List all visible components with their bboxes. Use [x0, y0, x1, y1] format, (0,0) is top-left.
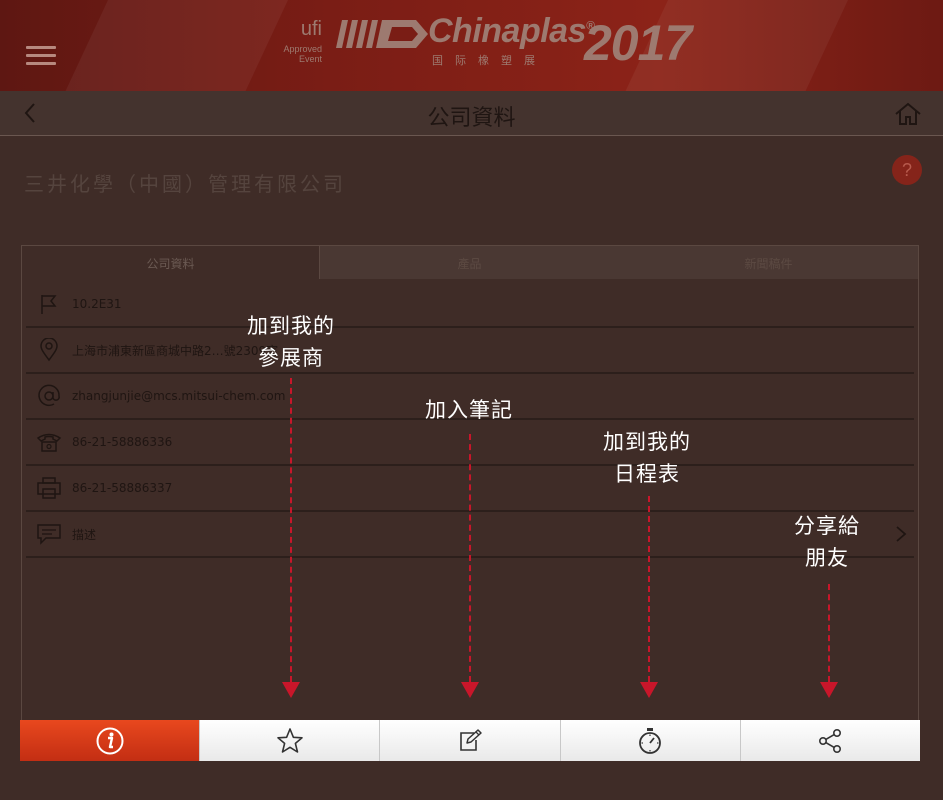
banner-decor [42, 0, 298, 91]
hamburger-icon-bar [26, 54, 56, 57]
annotation-line: 朋友 [805, 546, 849, 570]
detail-row-booth[interactable]: 10.2E31 [26, 282, 914, 328]
company-name: 三井化學（中國）管理有限公司 [24, 172, 346, 196]
note-edit-icon [460, 728, 482, 751]
annotation-share-friends: 分享給 朋友 [762, 510, 892, 574]
hamburger-menu-button[interactable] [26, 46, 56, 70]
header-banner: ufi Approved Event Chinaplas® 国际橡塑展 2017 [0, 0, 943, 91]
annotation-arrow-head [820, 682, 838, 698]
chevron-right-icon [894, 524, 908, 548]
home-button[interactable] [894, 102, 922, 130]
chinaplas-brand-name: Chinaplas® [428, 12, 595, 51]
annotation-add-note: 加入筆記 [404, 394, 534, 426]
ufi-logo-line2: Event [298, 54, 322, 64]
home-icon [895, 102, 921, 125]
page-title: 公司資料 [427, 106, 516, 131]
star-icon [276, 727, 303, 753]
chinaplas-year: 2017 [584, 15, 692, 71]
add-schedule-button[interactable] [560, 720, 741, 761]
annotation-line: 加入筆記 [425, 398, 513, 422]
chinaplas-logo-mark [336, 20, 428, 48]
ufi-logo: ufi Approved Event [262, 18, 322, 68]
message-icon [26, 523, 72, 545]
share-icon [819, 728, 842, 753]
hamburger-icon-bar [26, 62, 56, 65]
bottom-toolbar [20, 720, 921, 761]
annotation-arrow-head [461, 682, 479, 698]
annotation-arrow-line [290, 378, 292, 682]
annotation-arrow-head [282, 682, 300, 698]
annotation-add-exhibitor: 加到我的 參展商 [226, 310, 356, 374]
brand-name-text: Chinaplas [428, 12, 586, 50]
info-button[interactable] [20, 720, 201, 761]
tab-bar: 公司資料 產品 新聞稿件 [22, 246, 918, 280]
annotation-add-schedule: 加到我的 日程表 [582, 426, 712, 490]
annotation-arrow-line [469, 434, 471, 682]
flag-icon [26, 293, 72, 315]
stopwatch-icon [639, 727, 662, 754]
add-favorite-button[interactable] [200, 720, 381, 761]
tab-products[interactable]: 產品 [320, 246, 619, 279]
ufi-logo-line1: Approved [283, 44, 322, 54]
annotation-line: 加到我的 [603, 430, 691, 454]
chinaplas-brand-subtitle: 国际橡塑展 [432, 54, 547, 67]
annotation-line: 加到我的 [247, 314, 335, 338]
hamburger-icon-bar [26, 46, 56, 49]
company-fax: 86-21-58886337 [72, 481, 173, 495]
help-button[interactable]: ? [892, 155, 922, 185]
annotation-arrow-line [648, 496, 650, 682]
share-button[interactable] [740, 720, 921, 761]
tab-company-info[interactable]: 公司資料 [22, 246, 320, 279]
location-pin-icon [26, 338, 72, 362]
at-sign-icon [26, 384, 72, 408]
annotation-line: 日程表 [614, 462, 680, 486]
add-note-button[interactable] [380, 720, 561, 761]
booth-number: 10.2E31 [72, 297, 122, 311]
info-icon [96, 727, 124, 754]
ufi-logo-text: ufi [300, 18, 322, 40]
company-phone: 86-21-58886336 [72, 435, 173, 449]
annotation-line: 分享給 [794, 514, 860, 538]
company-email: zhangjunjie@mcs.mitsui-chem.com [72, 389, 286, 403]
fax-icon [26, 476, 72, 500]
title-bar: 公司資料 [0, 91, 943, 136]
phone-icon [26, 431, 72, 453]
description-label: 描述 [72, 527, 97, 542]
annotation-arrow-head [640, 682, 658, 698]
tab-press-releases[interactable]: 新聞稿件 [619, 246, 918, 279]
annotation-arrow-line [828, 584, 830, 682]
detail-row-address[interactable]: 上海市浦東新區商城中路2…號2309室 [26, 328, 914, 374]
annotation-line: 參展商 [258, 346, 324, 370]
